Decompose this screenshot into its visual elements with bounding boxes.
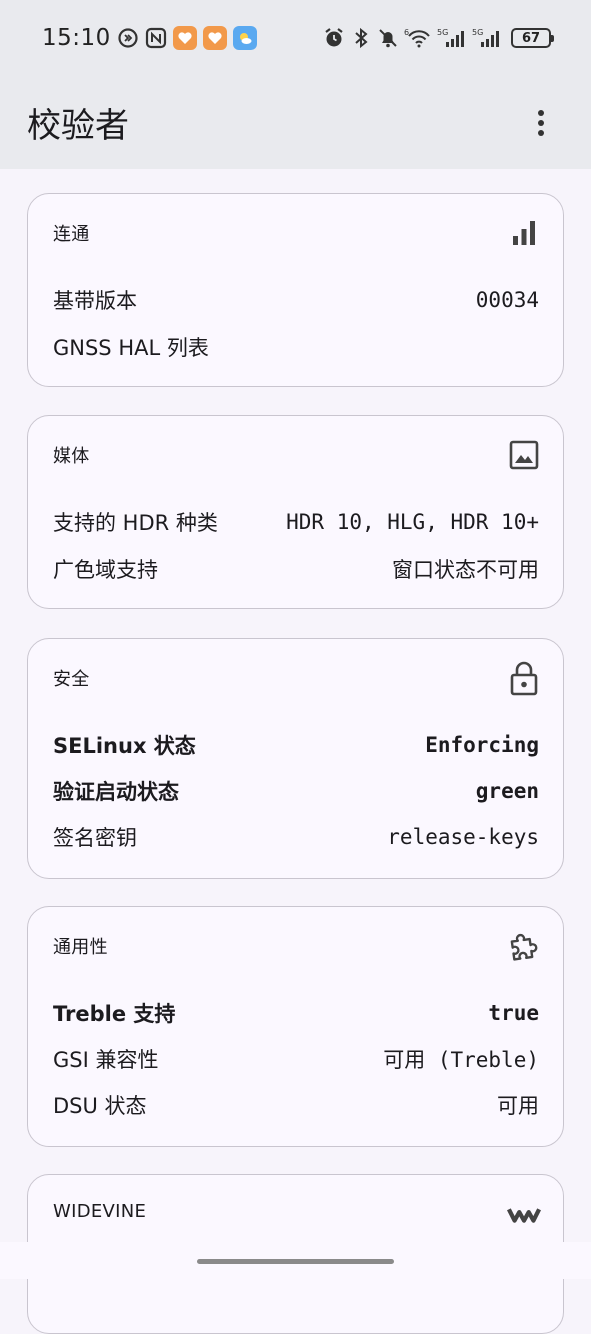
row-label: GNSS HAL 列表: [53, 336, 209, 360]
status-time: 15:10: [42, 25, 111, 51]
info-row: GNSS HAL 列表: [53, 327, 539, 367]
data-saver-icon: [117, 27, 139, 49]
card-title: 媒体: [53, 446, 90, 467]
row-label: 基带版本: [53, 289, 137, 313]
app-notification-icon: [202, 26, 227, 50]
app-bar: 校验者: [0, 76, 591, 169]
row-value: Enforcing: [425, 733, 539, 757]
row-value: release-keys: [387, 825, 539, 849]
row-value: 可用: [497, 1094, 539, 1118]
row-value: green: [475, 779, 539, 803]
svg-text:5G: 5G: [472, 28, 483, 37]
signal-bars-icon: [507, 216, 541, 250]
card-header: 媒体: [53, 438, 541, 478]
row-value: 00034: [475, 288, 539, 312]
image-icon: [507, 438, 541, 472]
info-row: Treble 支持 true: [53, 993, 539, 1033]
row-value: HDR 10, HLG, HDR 10+: [286, 510, 539, 534]
card-header: 连通: [53, 216, 541, 256]
status-right: 6 5G 5G 67: [323, 27, 554, 49]
info-row: 验证启动状态 green: [53, 771, 539, 811]
card-title: 连通: [53, 224, 90, 245]
gesture-nav-bar: [0, 1242, 591, 1279]
wifi-icon: 6: [404, 27, 432, 49]
nfc-icon: [145, 27, 167, 49]
status-left: 15:10: [42, 25, 257, 51]
row-label: SELinux 状态: [53, 734, 196, 758]
row-value: 可用 (Treble): [383, 1048, 539, 1072]
home-gesture-handle[interactable]: [197, 1259, 394, 1264]
alarm-icon: [323, 27, 345, 49]
battery-level: 67: [521, 30, 541, 46]
more-options-button[interactable]: [521, 103, 561, 143]
card-media: 媒体 支持的 HDR 种类 HDR 10, HLG, HDR 10+ 广色域支持…: [27, 415, 564, 609]
info-row: SELinux 状态 Enforcing: [53, 725, 539, 765]
info-row: DSU 状态 可用: [53, 1085, 539, 1125]
row-label: 验证启动状态: [53, 780, 179, 804]
card-security: 安全 SELinux 状态 Enforcing 验证启动状态 green 签名密…: [27, 638, 564, 879]
mute-bell-icon: [377, 27, 399, 49]
battery-icon: 67: [511, 28, 554, 48]
puzzle-icon: [507, 929, 541, 963]
info-row: 签名密钥 release-keys: [53, 817, 539, 857]
info-row: 基带版本 00034: [53, 280, 539, 320]
bluetooth-icon: [350, 27, 372, 49]
info-row: 支持的 HDR 种类 HDR 10, HLG, HDR 10+: [53, 502, 539, 542]
more-vert-icon: [538, 109, 544, 136]
card-connectivity: 连通 基带版本 00034 GNSS HAL 列表: [27, 193, 564, 387]
cellular-signal-icon: 5G: [472, 27, 502, 49]
lock-icon: [507, 661, 541, 696]
card-generality: 通用性 Treble 支持 true GSI 兼容性 可用 (Treble) D…: [27, 906, 564, 1147]
svg-text:5G: 5G: [437, 28, 448, 37]
svg-text:6: 6: [404, 28, 409, 37]
status-bar: 15:10 6 5G 5G 67: [0, 0, 591, 76]
row-label: Treble 支持: [53, 1002, 176, 1026]
app-notification-icon: [172, 26, 197, 50]
weather-icon: [232, 26, 257, 50]
card-header: WIDEVINE: [53, 1197, 541, 1237]
row-label: GSI 兼容性: [53, 1048, 159, 1072]
widevine-logo-icon: [507, 1197, 541, 1231]
card-title: WIDEVINE: [53, 1201, 147, 1222]
page-title: 校验者: [27, 106, 129, 146]
card-header: 安全: [53, 661, 541, 701]
card-title: 安全: [53, 669, 90, 690]
info-row: 广色域支持 窗口状态不可用: [53, 549, 539, 589]
row-label: 广色域支持: [53, 558, 158, 582]
row-value: 窗口状态不可用: [392, 558, 539, 582]
row-label: 签名密钥: [53, 826, 137, 850]
row-label: 支持的 HDR 种类: [53, 511, 218, 535]
row-value: true: [488, 1001, 539, 1025]
row-label: DSU 状态: [53, 1094, 147, 1118]
card-header: 通用性: [53, 929, 541, 969]
info-row: GSI 兼容性 可用 (Treble): [53, 1039, 539, 1079]
card-title: 通用性: [53, 937, 108, 958]
cellular-signal-icon: 5G: [437, 27, 467, 49]
